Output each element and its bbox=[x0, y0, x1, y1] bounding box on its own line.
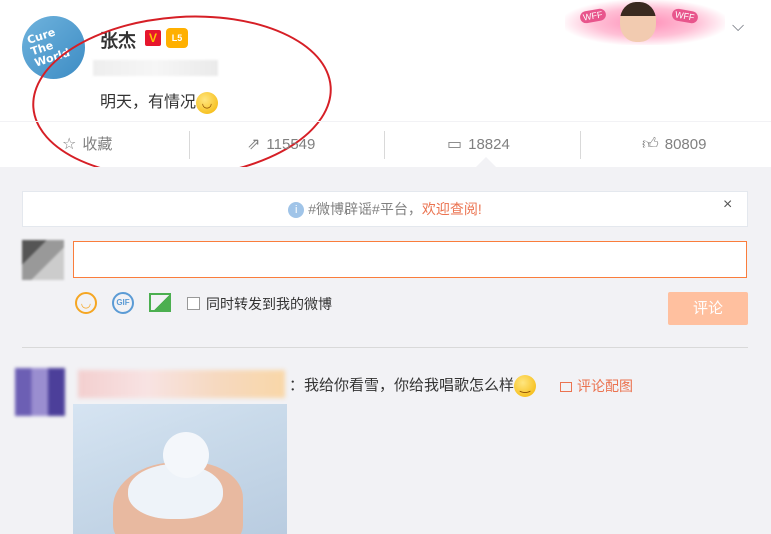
submit-comment-button[interactable]: 评论 bbox=[668, 292, 748, 325]
comment-icon: ▭ bbox=[447, 136, 463, 153]
divider bbox=[189, 131, 190, 159]
comment-text: ：我给你看雪，你给我唱歌怎么样 ‿ bbox=[289, 374, 537, 398]
repost-count: 115549 bbox=[266, 136, 316, 153]
banner-portrait bbox=[620, 2, 656, 42]
picture-icon bbox=[560, 382, 572, 393]
action-bar: ☆ 收藏 ⇗ 115549 ▭ 18824 👍︎ 80809 bbox=[0, 121, 771, 168]
like-button[interactable]: 👍︎ 80809 bbox=[642, 122, 706, 168]
thumbs-up-icon: 👍︎ bbox=[642, 136, 659, 153]
comment-avatar[interactable] bbox=[15, 368, 65, 416]
comment-body: ：我给你看雪，你给我唱歌怎么样 bbox=[289, 377, 515, 394]
favorite-label: 收藏 bbox=[82, 136, 113, 153]
forward-label[interactable]: 同时转发到我的微博 bbox=[206, 294, 332, 314]
comment-photo-link[interactable]: 评论配图 bbox=[560, 376, 633, 396]
image-icon[interactable] bbox=[149, 293, 171, 312]
forward-checkbox[interactable] bbox=[187, 297, 200, 310]
like-count: 80809 bbox=[664, 136, 707, 153]
tongue-emoji-icon: ‿ bbox=[514, 375, 537, 398]
my-avatar bbox=[22, 240, 64, 280]
favorite-button[interactable]: ☆ 收藏 bbox=[62, 122, 112, 168]
chevron-down-icon[interactable]: ⌵ bbox=[732, 18, 744, 36]
comment-input[interactable] bbox=[73, 241, 747, 278]
emoji-icon[interactable]: ◡ bbox=[75, 292, 97, 314]
notice-text: #微博辟谣#平台， bbox=[308, 201, 422, 217]
comment-username-blurred[interactable] bbox=[78, 370, 285, 398]
star-icon: ☆ bbox=[62, 136, 77, 153]
comment-pointer bbox=[476, 157, 496, 167]
comment-photo[interactable] bbox=[73, 404, 287, 534]
divider bbox=[580, 131, 581, 159]
notice-link[interactable]: 欢迎查阅! bbox=[422, 201, 482, 217]
rumor-notice-bar: i #微博辟谣#平台，欢迎查阅! bbox=[22, 191, 748, 227]
snow-duck-head bbox=[163, 432, 209, 478]
divider bbox=[22, 347, 748, 348]
repost-button[interactable]: ⇗ 115549 bbox=[247, 122, 315, 168]
info-icon: i bbox=[288, 202, 305, 219]
divider bbox=[384, 131, 385, 159]
close-icon[interactable]: × bbox=[723, 196, 732, 214]
share-icon: ⇗ bbox=[247, 136, 261, 153]
gif-icon[interactable]: GIF bbox=[112, 292, 134, 314]
comment-photo-label: 评论配图 bbox=[577, 378, 633, 394]
comment-count: 18824 bbox=[468, 136, 510, 153]
